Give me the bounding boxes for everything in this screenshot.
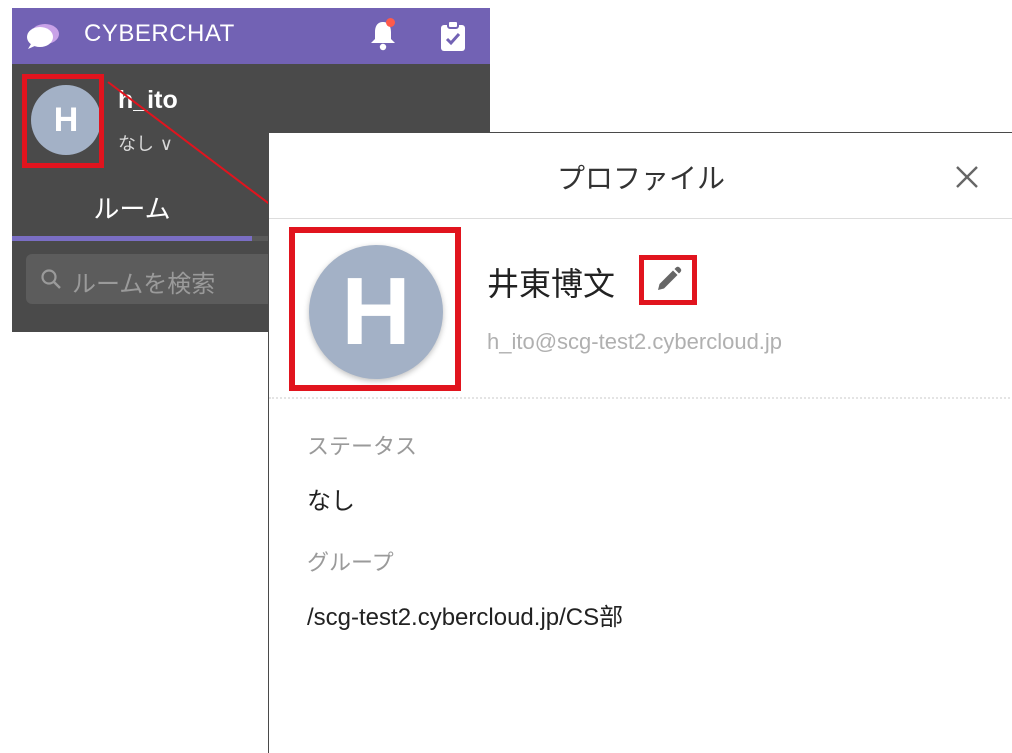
avatar-highlight-box	[22, 74, 104, 168]
username: h_ito	[118, 86, 178, 114]
chat-logo-icon	[27, 24, 59, 49]
tasks-button[interactable]	[438, 20, 468, 52]
search-placeholder: ルームを検索	[72, 270, 216, 298]
group-value: /scg-test2.cybercloud.jp/CS部	[307, 604, 624, 631]
section-divider	[269, 397, 1012, 399]
clipboard-check-icon	[441, 20, 465, 51]
pencil-icon	[658, 266, 682, 290]
header-divider	[269, 218, 1012, 219]
notification-badge	[386, 18, 395, 27]
search-icon	[41, 269, 61, 289]
display-name: 井東博文	[487, 265, 616, 303]
app-header: CYBERCHAT	[12, 8, 490, 64]
tab-room[interactable]: ルーム	[12, 178, 252, 236]
status-label: ステータス	[307, 435, 418, 460]
group-label: グループ	[307, 551, 394, 576]
status-value: なし	[307, 487, 355, 515]
app-title: CYBERCHAT	[84, 20, 235, 47]
profile-modal: プロファイル H 井東博文 h_ito@scg-test2.cybercloud…	[268, 132, 1012, 753]
active-tab-indicator	[12, 236, 252, 241]
profile-avatar-highlight-box	[289, 227, 461, 391]
user-status-dropdown[interactable]: なし ∨	[118, 130, 173, 156]
tab-room-label: ルーム	[93, 194, 171, 225]
edit-name-button[interactable]	[639, 255, 697, 305]
notifications-button[interactable]	[368, 18, 398, 52]
email-text: h_ito@scg-test2.cybercloud.jp	[487, 329, 783, 354]
modal-title: プロファイル	[556, 162, 725, 195]
close-icon[interactable]	[947, 157, 987, 197]
